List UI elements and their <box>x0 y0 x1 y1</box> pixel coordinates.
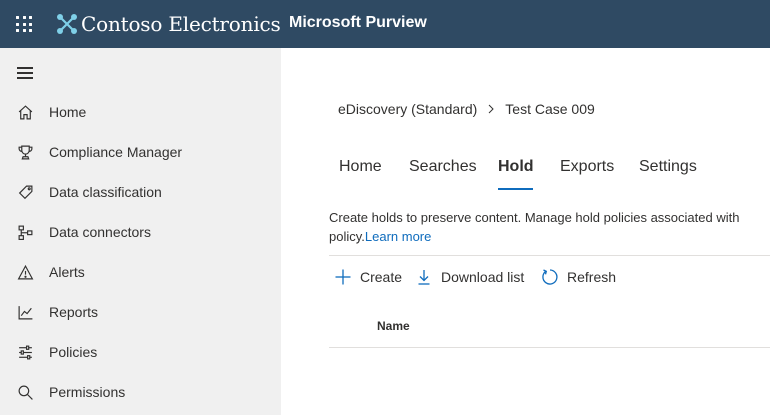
download-list-button[interactable]: Download list <box>415 268 524 286</box>
learn-more-link[interactable]: Learn more <box>365 229 431 244</box>
refresh-icon <box>542 269 558 285</box>
tab-exports[interactable]: Exports <box>560 158 614 176</box>
breadcrumb: eDiscovery (Standard) Test Case 009 <box>338 101 595 117</box>
sidebar-item-label: Home <box>49 104 87 120</box>
refresh-label: Refresh <box>567 269 617 285</box>
download-icon <box>418 270 430 285</box>
tab-home[interactable]: Home <box>339 158 382 176</box>
sliders-icon <box>19 345 32 360</box>
home-icon <box>18 105 33 120</box>
description-text: Create holds to preserve content. Manage… <box>329 210 740 225</box>
main-content: eDiscovery (Standard) Test Case 009 Home… <box>281 48 770 415</box>
sidebar-item-label: Policies <box>49 344 98 360</box>
tab-settings[interactable]: Settings <box>639 158 697 176</box>
plus-icon <box>335 269 351 285</box>
download-list-label: Download list <box>441 269 525 285</box>
sidebar-item-label: Data connectors <box>49 224 151 240</box>
app-launcher-icon[interactable] <box>14 14 34 34</box>
table-header-divider <box>329 347 770 348</box>
create-label: Create <box>360 269 403 285</box>
app-title[interactable]: Microsoft Purview <box>289 14 427 32</box>
connector-icon <box>18 225 33 240</box>
key-search-icon <box>18 385 33 400</box>
tab-hold[interactable]: Hold <box>498 158 534 176</box>
refresh-button[interactable]: Refresh <box>541 268 616 286</box>
breadcrumb-current: Test Case 009 <box>505 101 595 117</box>
sidebar-item-compliance-manager[interactable]: Compliance Manager <box>0 132 281 172</box>
hamburger-menu-icon[interactable] <box>17 66 35 80</box>
sidebar-item-label: Reports <box>49 304 99 320</box>
warning-icon <box>17 264 34 280</box>
create-button[interactable]: Create <box>334 268 402 286</box>
page-description: Create holds to preserve content. Manage… <box>329 208 770 246</box>
description-text-2: policy. <box>329 229 365 244</box>
brand[interactable]: Contoso Electronics <box>55 9 281 39</box>
divider <box>329 255 770 256</box>
breadcrumb-parent[interactable]: eDiscovery (Standard) <box>338 101 477 117</box>
sidebar: Home Compliance Manager Data classificat… <box>0 48 281 415</box>
tab-searches[interactable]: Searches <box>409 158 477 176</box>
sidebar-item-label: Data classification <box>49 184 162 200</box>
chevron-right-icon <box>488 104 494 114</box>
sidebar-item-label: Compliance Manager <box>49 144 183 160</box>
sidebar-item-home[interactable]: Home <box>0 92 281 132</box>
sidebar-item-label: Permissions <box>49 384 126 400</box>
sidebar-item-alerts[interactable]: Alerts <box>0 252 281 292</box>
sidebar-item-permissions[interactable]: Permissions <box>0 372 281 412</box>
column-header-name[interactable]: Name <box>377 319 410 333</box>
active-tab-indicator <box>498 188 533 190</box>
top-bar: Contoso Electronics Microsoft Purview <box>0 0 770 48</box>
brand-name: Contoso Electronics <box>81 12 281 36</box>
chart-line-icon <box>18 306 33 320</box>
sidebar-item-data-connectors[interactable]: Data connectors <box>0 212 281 252</box>
sidebar-item-data-classification[interactable]: Data classification <box>0 172 281 212</box>
contoso-logo-icon <box>57 14 77 34</box>
trophy-icon <box>18 145 33 160</box>
sidebar-item-reports[interactable]: Reports <box>0 292 281 332</box>
sidebar-item-policies[interactable]: Policies <box>0 332 281 372</box>
sidebar-item-label: Alerts <box>49 264 85 280</box>
tag-icon <box>18 185 33 200</box>
